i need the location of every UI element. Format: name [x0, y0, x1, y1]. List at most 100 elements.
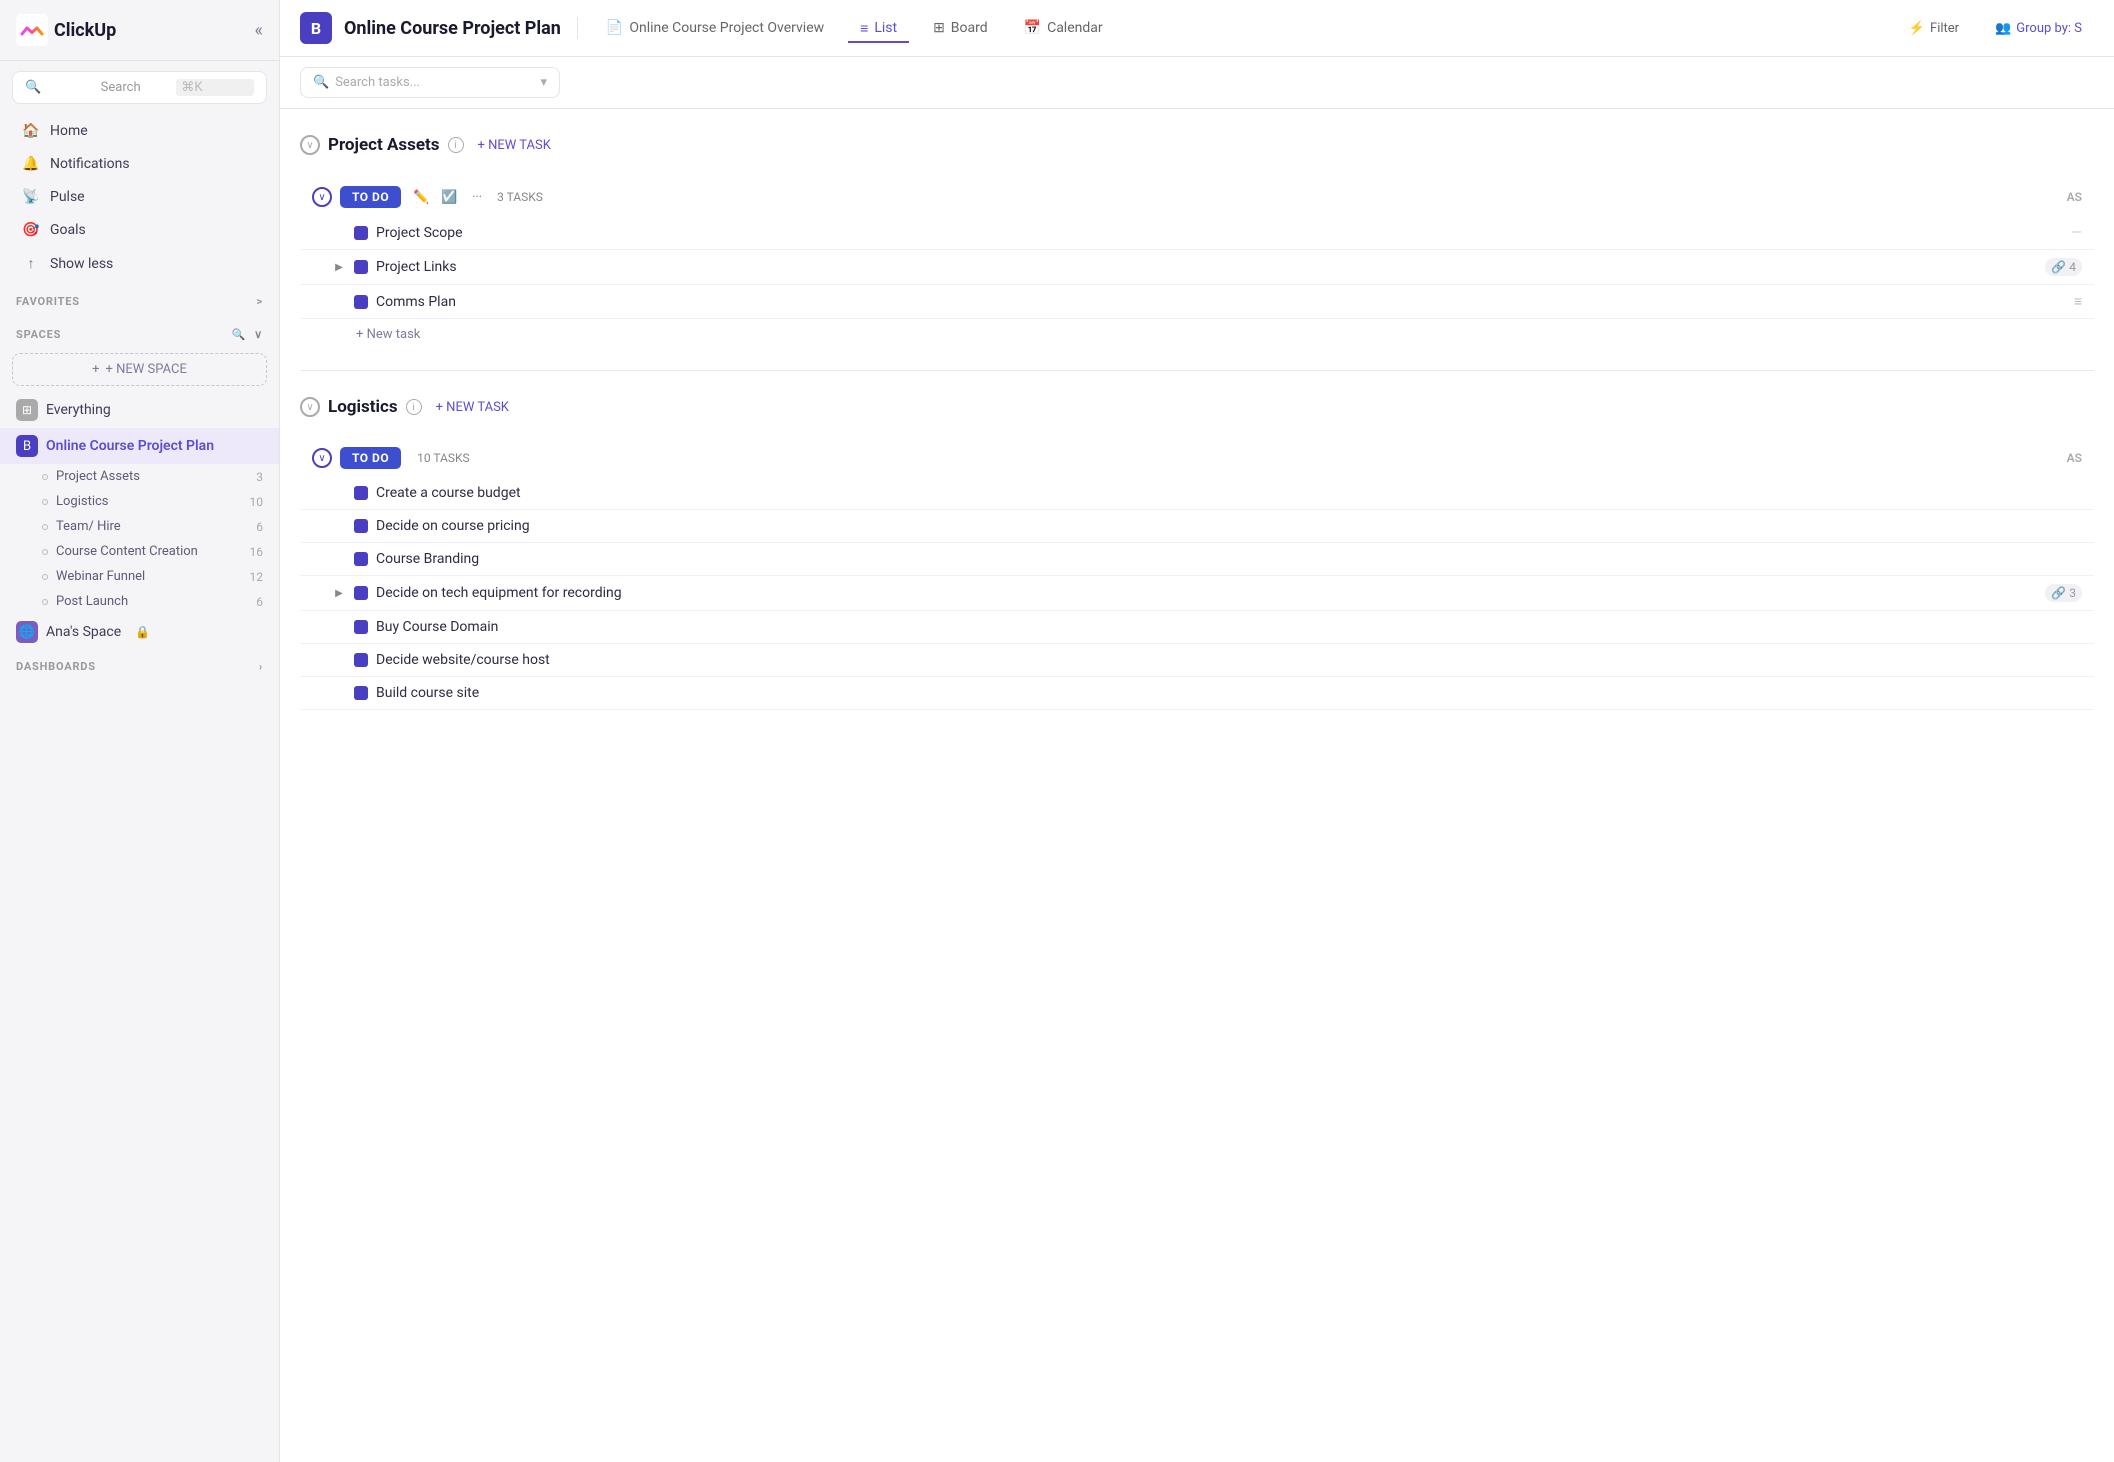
subtask-count: 🔗 4	[2045, 258, 2082, 276]
group-toggle-project-assets[interactable]: ∨	[300, 135, 320, 155]
task-checkbox[interactable]	[354, 586, 368, 600]
task-name: Create a course budget	[376, 485, 2082, 501]
sidebar-list-item-webinar-funnel[interactable]: Webinar Funnel 12	[0, 564, 279, 589]
sidebar-collapse-button[interactable]: «	[255, 20, 263, 41]
task-count-todo-1: 3 TASKS	[497, 190, 543, 204]
sidebar-list-item-team-hire[interactable]: Team/ Hire 6	[0, 514, 279, 539]
task-list-todo-2: Create a course budget Decide on course …	[300, 477, 2094, 718]
group-toggle-logistics[interactable]: ∨	[300, 397, 320, 417]
task-row[interactable]: ▶ Project Links 🔗 4	[300, 250, 2094, 285]
group-logistics: ∨ Logistics i + NEW TASK ∨ TO DO 10 TASK…	[280, 371, 2114, 718]
task-row[interactable]: Course Branding	[300, 543, 2094, 576]
task-expand-icon	[332, 519, 346, 533]
task-search-bar[interactable]: 🔍 Search tasks... ▾	[300, 67, 560, 98]
sidebar-list-item-course-content[interactable]: Course Content Creation 16	[0, 539, 279, 564]
add-task-button-todo-1[interactable]: + New task	[300, 319, 2094, 350]
task-name: Project Scope	[376, 225, 2063, 241]
new-task-button-logistics[interactable]: + NEW TASK	[430, 398, 515, 417]
task-row[interactable]: Build course site	[300, 677, 2094, 710]
project-icon: B	[300, 12, 332, 44]
search-dropdown-icon[interactable]: ▾	[540, 75, 547, 90]
task-expand-icon	[332, 686, 346, 700]
spaces-expand-icon[interactable]: ∨	[254, 328, 263, 341]
task-row[interactable]: Decide on course pricing	[300, 510, 2094, 543]
list-item-count: 3	[256, 470, 263, 484]
anas-space-icon: 🌐	[16, 621, 38, 643]
group-title-project-assets: Project Assets	[328, 135, 440, 155]
list-item-count: 16	[250, 545, 264, 559]
sidebar-item-online-course[interactable]: B Online Course Project Plan	[0, 428, 279, 464]
sidebar-item-notifications-label: Notifications	[50, 156, 130, 172]
task-checkbox[interactable]	[354, 519, 368, 533]
filter-icon: ⚡	[1909, 21, 1925, 36]
sidebar-search[interactable]: 🔍 Search ⌘K	[12, 71, 267, 104]
task-expand-icon[interactable]: ▶	[332, 586, 346, 600]
group-icon: 👥	[1995, 21, 2011, 36]
task-checkbox[interactable]	[354, 686, 368, 700]
task-name: Decide on tech equipment for recording	[376, 585, 2037, 601]
task-row[interactable]: Buy Course Domain	[300, 611, 2094, 644]
task-checkbox[interactable]	[354, 552, 368, 566]
tab-list[interactable]: ≡ List	[848, 14, 909, 43]
task-checkbox[interactable]	[354, 653, 368, 667]
new-task-button-project-assets[interactable]: + NEW TASK	[472, 136, 557, 155]
group-by-button[interactable]: 👥 Group by: S	[1983, 15, 2094, 42]
spaces-search-icon[interactable]: 🔍	[232, 328, 247, 341]
sidebar-item-pulse-label: Pulse	[50, 189, 85, 205]
notifications-icon: 🔔	[22, 156, 40, 172]
status-toggle-todo-1[interactable]: ∨	[312, 187, 332, 207]
sidebar-item-pulse[interactable]: 📡 Pulse	[6, 181, 273, 213]
task-row[interactable]: Project Scope —	[300, 217, 2094, 250]
sidebar-item-anas-space[interactable]: 🌐 Ana's Space 🔒	[0, 614, 279, 650]
task-name: Decide website/course host	[376, 652, 2082, 668]
sidebar-item-show-less[interactable]: ↑ Show less	[6, 247, 273, 280]
sidebar-item-notifications[interactable]: 🔔 Notifications	[6, 148, 273, 180]
group-header-logistics: ∨ Logistics i + NEW TASK	[300, 387, 2094, 427]
group-info-icon-project-assets[interactable]: i	[448, 137, 464, 153]
dot-icon	[42, 524, 48, 530]
sidebar-item-goals[interactable]: 🎯 Goals	[6, 214, 273, 246]
calendar-icon: 📅	[1024, 20, 1041, 36]
tab-board-label: Board	[951, 20, 988, 36]
filter-label: Filter	[1930, 21, 1959, 36]
new-space-button[interactable]: + + NEW SPACE	[12, 353, 267, 386]
group-info-icon-logistics[interactable]: i	[406, 399, 422, 415]
sidebar-list-item-logistics[interactable]: Logistics 10	[0, 489, 279, 514]
task-row[interactable]: Comms Plan ≡	[300, 285, 2094, 319]
sidebar-list-item-project-assets[interactable]: Project Assets 3	[0, 464, 279, 489]
sidebar-list-item-post-launch[interactable]: Post Launch 6	[0, 589, 279, 614]
list-item-label: Project Assets	[56, 469, 140, 484]
sidebar-item-everything[interactable]: ⊞ Everything	[0, 392, 279, 428]
favorites-expand-icon[interactable]: >	[257, 295, 263, 308]
task-checkbox[interactable]	[354, 295, 368, 309]
task-expand-icon[interactable]: ▶	[332, 260, 346, 274]
status-toggle-todo-2[interactable]: ∨	[312, 448, 332, 468]
task-checkbox[interactable]	[354, 260, 368, 274]
task-expand-icon	[332, 552, 346, 566]
checkbox-tool-icon[interactable]: ☑️	[437, 185, 461, 209]
show-less-icon: ↑	[22, 255, 40, 272]
sidebar-item-goals-label: Goals	[50, 222, 86, 238]
task-row[interactable]: Create a course budget	[300, 477, 2094, 510]
filter-button[interactable]: ⚡ Filter	[1897, 15, 1971, 42]
group-title-logistics: Logistics	[328, 397, 398, 417]
subtask-icon: 🔗	[2051, 586, 2066, 600]
task-row[interactable]: ▶ Decide on tech equipment for recording…	[300, 576, 2094, 611]
tab-overview[interactable]: 📄 Online Course Project Overview	[594, 14, 836, 42]
board-icon: ⊞	[933, 20, 945, 36]
task-expand-icon	[332, 226, 346, 240]
tab-board[interactable]: ⊞ Board	[921, 14, 1000, 42]
task-checkbox[interactable]	[354, 620, 368, 634]
task-checkbox[interactable]	[354, 226, 368, 240]
task-row[interactable]: Decide website/course host	[300, 644, 2094, 677]
list-item-label: Logistics	[56, 494, 109, 509]
sidebar-item-home[interactable]: 🏠 Home	[6, 115, 273, 147]
task-checkbox[interactable]	[354, 486, 368, 500]
search-tasks-placeholder: Search tasks...	[335, 75, 420, 90]
dashboards-section[interactable]: DASHBOARDS ›	[0, 650, 279, 683]
task-list-todo-1: Project Scope — ▶ Project Links 🔗 4	[300, 217, 2094, 358]
clickup-logo-icon	[16, 14, 48, 46]
edit-tool-icon[interactable]: ✏️	[409, 185, 433, 209]
tab-calendar[interactable]: 📅 Calendar	[1012, 14, 1115, 42]
more-tool-icon[interactable]: ···	[465, 185, 489, 209]
